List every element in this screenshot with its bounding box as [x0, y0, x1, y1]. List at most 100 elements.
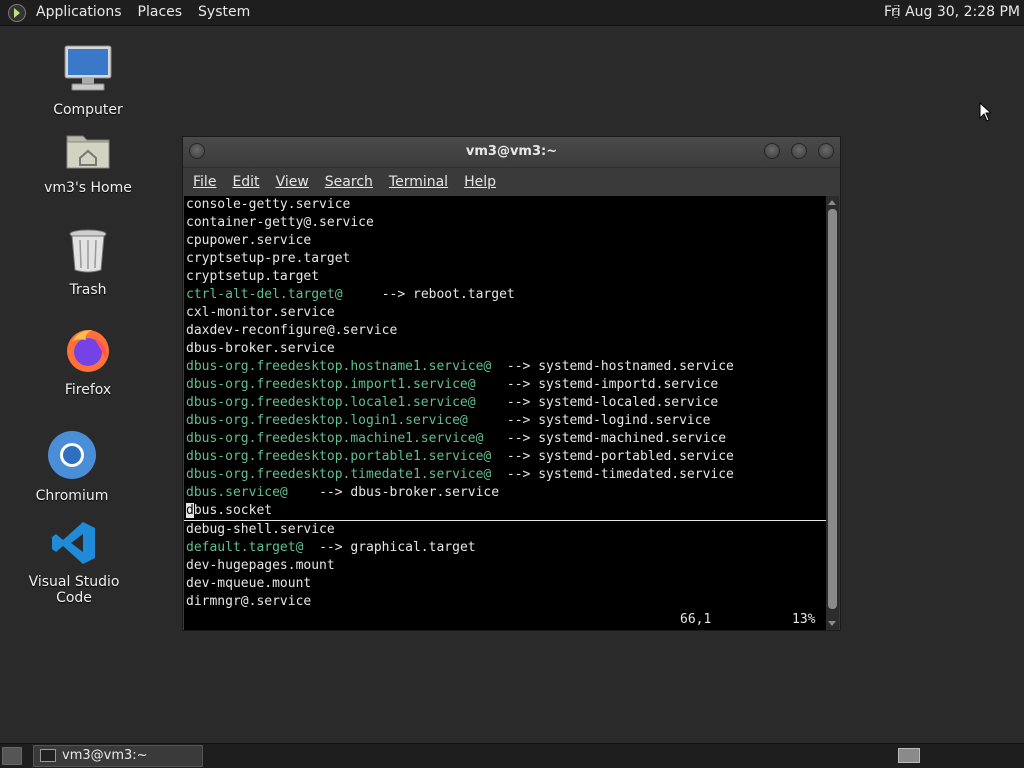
menu-view-label: View	[275, 174, 309, 190]
desktop-icon-trash[interactable]: Trash	[28, 228, 148, 298]
unit-name: container-getty@.service	[186, 215, 374, 230]
menu-file[interactable]: File	[185, 174, 224, 190]
chromium-icon	[48, 431, 96, 479]
terminal-icon	[40, 749, 56, 762]
cursor-position: 66,1	[680, 612, 712, 627]
unit-name: dirmngr@.service	[186, 594, 312, 609]
unit-name: dbus-org.freedesktop.machine1.service@	[186, 431, 484, 446]
desktop-icon-label: Visual Studio Code	[28, 574, 120, 606]
vscode-icon	[52, 522, 95, 564]
unit-name: debug-shell.service	[186, 522, 335, 537]
terminal-line: default.target@ --> graphical.target	[184, 539, 826, 557]
symlink-target: --> systemd-machined.service	[506, 431, 727, 446]
menu-applications[interactable]: Applications	[28, 0, 130, 25]
desktop-icon-chromium[interactable]: Chromium	[12, 430, 132, 504]
terminal-window[interactable]: vm3@vm3:~ File Edit View Search Terminal…	[182, 136, 841, 631]
menu-system[interactable]: System	[190, 0, 258, 25]
terminal-line: dirmngr@.service	[184, 593, 826, 611]
terminal-output[interactable]: console-getty.service container-getty@.se…	[184, 196, 826, 630]
unit-name: default.target@	[186, 540, 304, 555]
symlink-target: --> systemd-logind.service	[506, 413, 711, 428]
desktop-icon-label: vm3's Home	[44, 180, 132, 196]
desktop-icon-vscode[interactable]: Visual Studio Code	[14, 520, 134, 606]
bottom-panel: vm3@vm3:~	[0, 743, 1024, 768]
vim-status-line: 66,1 13%	[184, 610, 826, 630]
unit-name: cxl-monitor.service	[186, 305, 335, 320]
padding	[476, 377, 507, 392]
clock[interactable]: Fri Aug 30, 2:28 PM	[884, 0, 1020, 25]
menu-help-label: Help	[464, 174, 496, 190]
unit-name: dbus-org.freedesktop.hostname1.service@	[186, 359, 492, 374]
unit-name: dbus.socket	[186, 503, 273, 518]
menu-search[interactable]: Search	[317, 174, 381, 190]
text-cursor: d	[186, 503, 194, 518]
minimize-button[interactable]	[764, 143, 780, 159]
terminal-line: cryptsetup-pre.target	[184, 250, 826, 268]
applications-logo-icon[interactable]	[8, 3, 26, 22]
terminal-line: dbus-org.freedesktop.timedate1.service@ …	[184, 466, 826, 484]
terminal-line: dev-mqueue.mount	[184, 575, 826, 593]
unit-name: cryptsetup-pre.target	[186, 251, 351, 266]
close-button[interactable]	[818, 143, 834, 159]
scroll-percent: 13%	[792, 612, 816, 627]
unit-name: dbus-org.freedesktop.login1.service@	[186, 413, 468, 428]
padding	[483, 431, 506, 446]
unit-name: ctrl-alt-del.target@	[186, 287, 343, 302]
unit-name: daxdev-reconfigure@.service	[186, 323, 398, 338]
symlink-target: --> dbus-broker.service	[319, 485, 500, 500]
window-titlebar[interactable]: vm3@vm3:~	[183, 137, 840, 168]
desktop-icon-label: Chromium	[35, 488, 109, 504]
symlink-target: --> systemd-timedated.service	[506, 467, 734, 482]
show-desktop-icon[interactable]	[2, 747, 22, 765]
padding	[468, 413, 507, 428]
unit-name: console-getty.service	[186, 197, 351, 212]
padding	[491, 449, 507, 464]
padding	[343, 287, 382, 302]
desktop-icon-home[interactable]: vm3's Home	[28, 128, 148, 196]
scroll-up-arrow-icon[interactable]	[828, 200, 836, 205]
unit-name: cpupower.service	[186, 233, 312, 248]
desktop-icon-label: Firefox	[64, 382, 112, 398]
terminal-line: dbus-org.freedesktop.import1.service@ --…	[184, 376, 826, 394]
unit-name: dbus-org.freedesktop.timedate1.service@	[186, 467, 492, 482]
menu-view[interactable]: View	[268, 174, 317, 190]
terminal-line: dbus-broker.service	[184, 340, 826, 358]
unit-name: cryptsetup.target	[186, 269, 320, 284]
terminal-menubar: File Edit View Search Terminal Help	[183, 168, 840, 196]
terminal-line: daxdev-reconfigure@.service	[184, 322, 826, 340]
terminal-line: cryptsetup.target	[184, 268, 826, 286]
padding	[303, 540, 319, 555]
terminal-line: dev-hugepages.mount	[184, 557, 826, 575]
unit-name: dbus-broker.service	[186, 341, 335, 356]
terminal-scrollbar[interactable]	[826, 196, 839, 630]
menu-help[interactable]: Help	[456, 174, 504, 190]
terminal-line: dbus.socket	[184, 502, 826, 521]
unit-name: dbus-org.freedesktop.import1.service@	[186, 377, 476, 392]
taskbar-window-button[interactable]: vm3@vm3:~	[33, 745, 203, 767]
symlink-target: --> systemd-hostnamed.service	[506, 359, 734, 374]
terminal-line: dbus-org.freedesktop.machine1.service@ -…	[184, 430, 826, 448]
menu-file-label: File	[193, 174, 217, 190]
maximize-button[interactable]	[791, 143, 807, 159]
terminal-line: ctrl-alt-del.target@ --> reboot.target	[184, 286, 826, 304]
symlink-target: --> systemd-portabled.service	[506, 449, 734, 464]
scrollbar-thumb[interactable]	[828, 209, 837, 610]
scroll-down-arrow-icon[interactable]	[828, 621, 836, 626]
terminal-line: console-getty.service	[184, 196, 826, 214]
window-title: vm3@vm3:~	[465, 144, 558, 159]
desktop-icon-computer[interactable]: Computer	[28, 44, 148, 118]
menu-terminal[interactable]: Terminal	[381, 174, 456, 190]
menu-edit-label: Edit	[232, 174, 260, 190]
top-panel: Applications Places System Fri Aug 30, 2…	[0, 0, 1024, 26]
workspace-switcher[interactable]	[898, 748, 920, 763]
unit-name: dbus.service@	[186, 485, 288, 500]
desktop-icon-firefox[interactable]: Firefox	[28, 326, 148, 398]
computer-icon	[64, 45, 112, 91]
desktop-icon-label: Computer	[53, 102, 123, 118]
symlink-target: --> reboot.target	[381, 287, 515, 302]
terminal-line: dbus-org.freedesktop.portable1.service@ …	[184, 448, 826, 466]
terminal-line: cpupower.service	[184, 232, 826, 250]
menu-edit[interactable]: Edit	[224, 174, 267, 190]
menu-places[interactable]: Places	[130, 0, 191, 25]
menu-search-label: Search	[324, 174, 373, 190]
